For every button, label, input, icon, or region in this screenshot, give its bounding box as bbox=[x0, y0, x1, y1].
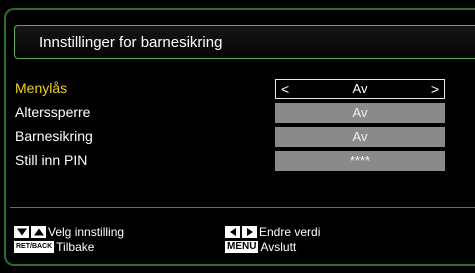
page-title: Innstillinger for barnesikring bbox=[39, 34, 223, 51]
hint-change-text: Endre verdi bbox=[259, 225, 321, 239]
arrow-left-icon[interactable]: < bbox=[281, 80, 289, 98]
pin-value: **** bbox=[349, 153, 371, 168]
child-lock-value: Av bbox=[352, 129, 368, 144]
hint-back-text: Tilbake bbox=[56, 240, 95, 254]
age-lock-selector[interactable]: Av bbox=[275, 103, 445, 123]
child-lock-selector[interactable]: Av bbox=[275, 127, 445, 147]
footer-divider bbox=[10, 207, 475, 208]
menu-lock-selector[interactable]: < Av > bbox=[275, 79, 445, 99]
hint-exit-text: Avslutt bbox=[260, 240, 297, 254]
menu-key-icon: MENU bbox=[225, 241, 259, 253]
hint-exit: MENU Avslutt bbox=[225, 240, 296, 254]
setting-label-age-lock: Alterssperre bbox=[15, 104, 91, 120]
back-key-icon: RET/BACK bbox=[14, 241, 55, 253]
menu-lock-value: Av bbox=[352, 81, 368, 96]
arrow-up-key-icon bbox=[31, 226, 46, 238]
setting-label-child-lock: Barnesikring bbox=[15, 128, 93, 144]
hint-select-text: Velg innstilling bbox=[48, 225, 125, 239]
arrow-down-key-icon bbox=[14, 226, 29, 238]
arrow-right-key-icon bbox=[242, 226, 257, 238]
set-pin-field[interactable]: **** bbox=[275, 151, 445, 171]
title-bar: Innstillinger for barnesikring bbox=[14, 25, 475, 59]
setting-label-menu-lock: Menylås bbox=[15, 80, 68, 96]
hint-change: Endre verdi bbox=[225, 225, 320, 239]
arrow-right-icon[interactable]: > bbox=[431, 80, 439, 98]
hint-select: Velg innstilling bbox=[14, 225, 124, 239]
hint-back: RET/BACK Tilbake bbox=[14, 240, 94, 254]
arrow-left-key-icon bbox=[225, 226, 240, 238]
setting-label-set-pin: Still inn PIN bbox=[15, 152, 88, 168]
age-lock-value: Av bbox=[352, 105, 368, 120]
